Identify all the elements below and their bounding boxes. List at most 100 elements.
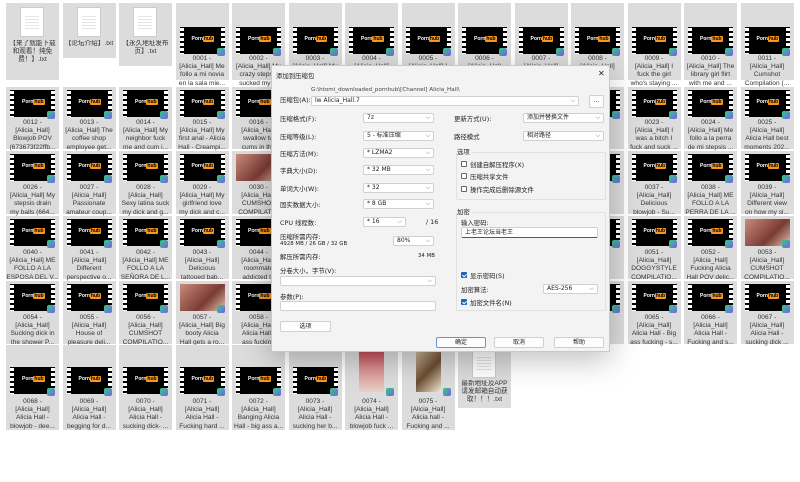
help-button[interactable]: 帮助 — [554, 337, 604, 348]
cancel-button[interactable]: 取消 — [494, 337, 544, 348]
text-file-item[interactable]: 【永久地址发布 页】.txt — [119, 3, 172, 66]
thumbnail-logo: Pornhub — [757, 163, 780, 169]
chevron-down-icon: ⌵ — [397, 218, 402, 225]
solid-select[interactable]: * 8 GB ⌵ — [363, 199, 434, 209]
video-file-item[interactable]: Pornhub 0027 - [Alicia_Hall] Passionate a… — [62, 151, 116, 216]
film-strip-icon — [66, 284, 71, 311]
video-file-item[interactable]: Pornhub 0072 - [Alicia_Hall] Banging Alic… — [232, 345, 285, 430]
video-file-item[interactable]: Pornhub 0070 - [Alicia_Hall] Alicia Hall … — [119, 345, 172, 430]
video-file-item[interactable]: Pornhub 0015 - [Alicia_Hall] My first ana… — [175, 87, 229, 151]
format-select[interactable]: 7z ⌵ — [363, 113, 434, 123]
logo-text: Porn — [135, 99, 147, 105]
video-file-item[interactable]: 0057 - [Alicia_Hall] Big booty Alicia Ha… — [175, 281, 229, 346]
film-strip-icon — [462, 27, 466, 54]
params-input[interactable] — [280, 301, 436, 311]
logo-text: hub — [315, 376, 328, 382]
chevron-down-icon: ⌵ — [589, 285, 594, 292]
video-file-item[interactable]: Pornhub 0009 - [Alicia_Hall] I fuck the g… — [627, 3, 681, 87]
video-file-item[interactable]: Pornhub 0042 - [Alicia_Hall] ME FOLLO A L… — [119, 216, 172, 281]
logo-text: hub — [711, 228, 723, 234]
film-strip-icon — [575, 27, 579, 54]
sfx-checkbox[interactable] — [461, 161, 467, 167]
encrypt-names-checkbox[interactable] — [461, 299, 467, 305]
video-file-item[interactable]: Pornhub 0043 - [Alicia_Hall] Delicious ta… — [175, 216, 229, 281]
ok-button[interactable]: 确定 — [436, 337, 486, 348]
player-badge-icon — [160, 305, 168, 313]
video-file-item[interactable]: Pornhub 0055 - [Alicia_Hall] House of ple… — [62, 281, 116, 346]
video-file-item[interactable]: Pornhub 0051 - [Alicia_Hall] DOGGYSTYLE C… — [627, 216, 681, 281]
chevron-down-icon: ⌵ — [425, 237, 430, 244]
thumbnail-logo: Pornhub — [757, 293, 780, 299]
shared-files-checkbox[interactable] — [461, 173, 467, 179]
video-file-item[interactable]: Pornhub 0039 - [Alicia_Hall] Different vi… — [740, 151, 794, 216]
player-badge-icon — [725, 111, 733, 119]
archive-name-combobox[interactable]: lw Alicia_Hall.7 ⌵ — [311, 96, 579, 106]
video-file-item[interactable]: Pornhub 0038 - [Alicia_Hall] ME FOLLO A L… — [684, 151, 737, 216]
encryption-method-select[interactable]: AES-256 ⌵ — [543, 284, 598, 294]
logo-text: hub — [654, 163, 667, 169]
text-file-item[interactable]: 最新地址及APP 请发邮箱自动获 取！！！.txt — [458, 345, 511, 408]
video-file-item[interactable]: Pornhub 0024 - [Alicia_Hall] Me follo a l… — [684, 87, 737, 151]
method-select[interactable]: * LZMA2 ⌵ — [363, 148, 434, 158]
file-name: 0042 - [Alicia_Hall] ME FOLLO A LA SEÑOR… — [120, 249, 171, 281]
video-file-item[interactable]: Pornhub 0010 - [Alicia_Hall] The library … — [684, 3, 737, 87]
show-password-checkbox[interactable] — [461, 272, 467, 278]
delete-after-checkbox[interactable] — [461, 186, 467, 192]
browse-button[interactable]: ... — [589, 95, 604, 108]
video-file-item[interactable]: Pornhub 0066 - [Alicia_Hall] Alicia Hall … — [684, 281, 737, 346]
logo-text: Porn — [474, 36, 486, 42]
player-badge-icon — [160, 388, 168, 396]
video-file-item[interactable]: 0053 - [Alicia_Hall] CUMSHOT COMPILATIO.… — [740, 216, 794, 281]
logo-text: Porn — [191, 36, 203, 42]
logo-text: Porn — [191, 376, 203, 382]
word-select[interactable]: * 32 ⌵ — [363, 183, 434, 193]
video-file-item[interactable]: Pornhub 0037 - [Alicia_Hall] Delicious bl… — [627, 151, 681, 216]
video-file-item[interactable]: Pornhub 0026 - [Alicia_Hall] My stepsis d… — [6, 151, 59, 216]
volume-size-select[interactable]: ⌵ — [280, 276, 436, 286]
video-file-item[interactable]: Pornhub 0025 - [Alicia_Hall] Alicia Hall … — [740, 87, 794, 151]
password-input[interactable]: 上老王论坛当老王 — [461, 227, 598, 238]
close-icon[interactable]: ✕ — [598, 69, 605, 78]
path-mode-select[interactable]: 相对路径 ⌵ — [523, 131, 604, 141]
video-file-item[interactable]: Pornhub 0040 - [Alicia_Hall] ME FOLLO A L… — [6, 216, 59, 281]
chevron-down-icon: ⌵ — [595, 132, 600, 139]
file-name: 0053 - [Alicia_Hall] CUMSHOT COMPILATIO.… — [744, 249, 790, 281]
dict-select[interactable]: * 32 MB ⌵ — [363, 165, 434, 175]
logo-text: Porn — [643, 228, 655, 234]
film-strip-icon — [236, 284, 240, 311]
file-name: 0072 - [Alicia_Hall] Banging Alicia Hall… — [233, 398, 284, 430]
video-file-item[interactable]: Pornhub 0013 - [Alicia_Hall] The coffee s… — [62, 87, 116, 151]
logo-text: Porn — [756, 163, 768, 169]
video-file-item[interactable]: Pornhub 0068 - [Alicia_Hall] Alicia Hall … — [6, 345, 59, 430]
video-file-item[interactable]: Pornhub 0001 - [Alicia_Hall] Me follo a m… — [175, 3, 229, 87]
film-strip-icon — [10, 219, 14, 246]
update-select[interactable]: 添加并替换文件 ⌵ — [523, 113, 604, 123]
video-file-item[interactable]: Pornhub 0071 - [Alicia_Hall] Alicia Hall … — [175, 345, 229, 430]
video-file-item[interactable]: Pornhub 0056 - [Alicia_Hall] CUMSHOT COMP… — [119, 281, 172, 346]
options-button[interactable]: 选项 — [280, 321, 331, 332]
mem-comp-label: 压缩所需内存: — [280, 233, 321, 241]
video-file-item[interactable]: Pornhub 0073 - [Alicia_Hall] Alicia Hall … — [288, 345, 342, 430]
video-file-item[interactable]: Pornhub 0054 - [Alicia_Hall] Sucking dick… — [6, 281, 59, 346]
video-file-item[interactable]: Pornhub 0014 - [Alicia_Hall] My neighbor … — [119, 87, 172, 151]
text-file-item[interactable]: 【论坛介绍】.txt — [62, 3, 116, 58]
video-file-item[interactable]: Pornhub 0067 - [Alicia_Hall] Alicia Hall … — [740, 281, 794, 346]
video-file-item[interactable]: Pornhub 0023 - [Alicia_Hall] I was a bitc… — [627, 87, 681, 151]
memory-percent-select[interactable]: 80% ⌵ — [393, 236, 434, 246]
video-file-item[interactable]: 0075 - [Alicia_Hall] Alicia hall - Fucki… — [401, 343, 455, 430]
video-file-item[interactable]: Pornhub 0029 - [Alicia_Hall] My girlfrien… — [175, 151, 229, 216]
video-file-item[interactable]: Pornhub 0011 - [Alicia_Hall] Cumshot Comp… — [740, 3, 794, 87]
logo-text: Porn — [135, 376, 147, 382]
video-file-item[interactable]: Pornhub 0028 - [Alicia_Hall] Sexy latina … — [119, 151, 172, 216]
video-file-item[interactable]: Pornhub 0041 - [Alicia_Hall] Different pe… — [62, 216, 116, 281]
level-select[interactable]: 5 - 标准压缩 ⌵ — [363, 131, 434, 141]
video-file-item[interactable]: Pornhub 0065 - [Alicia_Hall] Alicia Hall … — [627, 281, 681, 346]
threads-select[interactable]: * 16 ⌵ — [363, 217, 406, 227]
video-file-item[interactable]: Pornhub 0052 - [Alicia_Hall] Fucking Alic… — [684, 216, 737, 281]
logo-text: hub — [711, 163, 723, 169]
video-file-item[interactable]: 0074 - [Alicia_Hall] Alicia Hall - blowj… — [345, 343, 398, 430]
video-file-item[interactable]: Pornhub 0012 - [Alicia_Hall] Blowjob POV … — [6, 87, 59, 151]
video-file-item[interactable]: Pornhub 0069 - [Alicia_Hall] Alicia Hall … — [62, 345, 116, 430]
text-file-item[interactable]: 【来了就能下载 和观看！纯免 费！】.txt — [6, 3, 59, 80]
file-name: 0024 - [Alicia_Hall] Me follo a la perra… — [687, 119, 734, 151]
